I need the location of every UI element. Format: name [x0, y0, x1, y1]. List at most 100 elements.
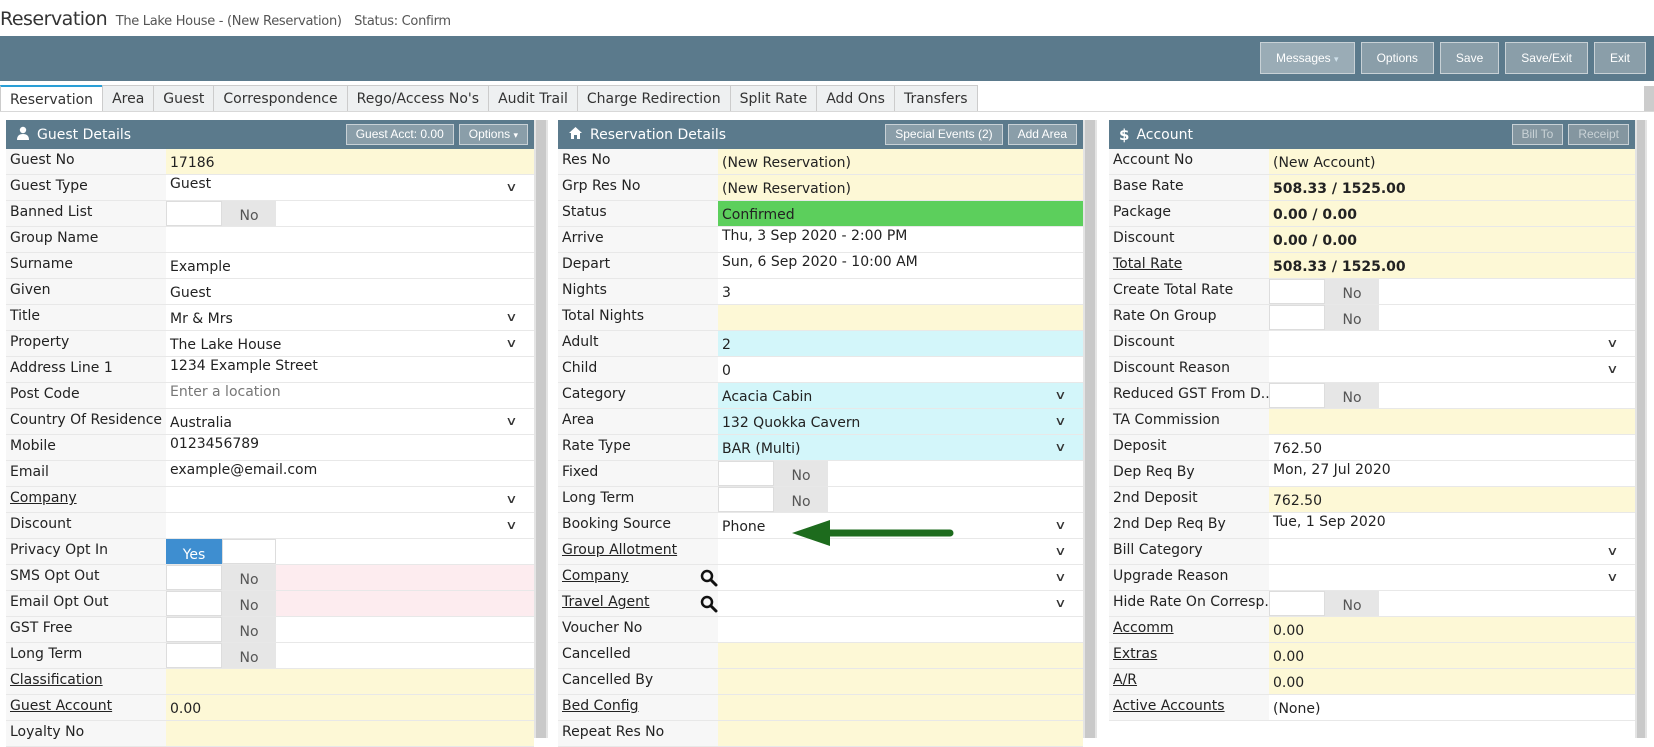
chevron-down-icon[interactable]: ∨	[1054, 596, 1066, 610]
res-label-company[interactable]: Company	[558, 565, 718, 590]
res-value-area[interactable]: 132 Quokka Cavern ∨	[718, 409, 1083, 434]
guest-panel-scrollbar[interactable]	[534, 120, 548, 738]
tab-split-rate[interactable]: Split Rate	[729, 85, 818, 112]
res-value-nights[interactable]: 3	[718, 279, 1083, 304]
acct-value-rate-on-group[interactable]: No	[1269, 305, 1635, 330]
tab-guest[interactable]: Guest	[153, 85, 215, 112]
tab-reservation[interactable]: Reservation	[0, 85, 104, 112]
chevron-down-icon[interactable]: ∨	[505, 414, 517, 428]
tab-audit-trail[interactable]: Audit Trail	[488, 85, 578, 112]
guest-value-gst-free[interactable]: No	[166, 617, 534, 642]
chevron-down-icon[interactable]: ∨	[505, 180, 517, 194]
chevron-down-icon[interactable]: ∨	[1054, 388, 1066, 402]
guest-value-mobile[interactable]: 0123456789	[166, 435, 534, 460]
guest-toggle-banned-list[interactable]: No	[166, 201, 276, 226]
options-button[interactable]: Options	[1360, 42, 1434, 74]
guest-toggle-sms-opt-out[interactable]: No	[166, 565, 276, 590]
chevron-down-icon[interactable]: ∨	[1606, 362, 1618, 376]
acct-value-create-total-rate[interactable]: No	[1269, 279, 1635, 304]
res-label-group-allotment[interactable]: Group Allotment	[558, 539, 718, 564]
guest-value-sms-opt-out[interactable]: No	[166, 565, 534, 590]
chevron-down-icon[interactable]: ∨	[1054, 544, 1066, 558]
res-value-travel-agent[interactable]: ∨	[718, 591, 1083, 616]
tab-rego-access[interactable]: Rego/Access No's	[346, 85, 490, 112]
add-area-button[interactable]: Add Area	[1007, 124, 1077, 145]
reservation-panel-scrollbar[interactable]	[1083, 120, 1097, 738]
res-value-fixed[interactable]: No	[718, 461, 1083, 486]
guest-value-discount[interactable]: ∨	[166, 513, 534, 538]
guest-value-banned-list[interactable]: No	[166, 201, 534, 226]
guest-label-classification[interactable]: Classification	[6, 669, 166, 694]
res-value-company[interactable]: ∨	[718, 565, 1083, 590]
account-panel-scrollbar[interactable]	[1635, 120, 1647, 738]
tab-add-ons[interactable]: Add Ons	[816, 85, 895, 112]
res-value-arrive[interactable]: Thu, 3 Sep 2020 - 2:00 PM	[718, 227, 1083, 252]
exit-button[interactable]: Exit	[1593, 42, 1646, 74]
save-exit-button[interactable]: Save/Exit	[1505, 42, 1588, 74]
acct-value-deposit[interactable]: 762.50	[1269, 435, 1635, 460]
chevron-down-icon[interactable]: ∨	[1606, 336, 1618, 350]
guest-value-address-line-1[interactable]: 1234 Example Street	[166, 357, 534, 382]
res-value-rate-type[interactable]: BAR (Multi) ∨	[718, 435, 1083, 460]
guest-value-group-name[interactable]	[166, 227, 534, 252]
acct-label-total-rate[interactable]: Total Rate	[1109, 253, 1269, 278]
acct-value-2nd-dep-req-by[interactable]: Tue, 1 Sep 2020	[1269, 513, 1635, 538]
acct-toggle-hide-rate-on-corresp[interactable]: No	[1269, 591, 1379, 616]
guest-label-guest-account[interactable]: Guest Account	[6, 695, 166, 720]
guest-toggle-privacy-opt-in[interactable]: Yes	[166, 539, 276, 564]
guest-acct-button[interactable]: Guest Acct: 0.00	[345, 124, 454, 145]
guest-value-email-opt-out[interactable]: No	[166, 591, 534, 616]
acct-value-active-accounts[interactable]: (None)	[1269, 695, 1635, 720]
acct-label-active-accounts[interactable]: Active Accounts	[1109, 695, 1269, 720]
special-events-button[interactable]: Special Events (2)	[885, 124, 1003, 145]
chevron-down-icon[interactable]: ∨	[1606, 544, 1618, 558]
receipt-button[interactable]: Receipt	[1568, 124, 1629, 145]
chevron-down-icon[interactable]: ∨	[1054, 570, 1066, 584]
chevron-down-icon[interactable]: ∨	[1054, 518, 1066, 532]
res-value-voucher-no[interactable]	[718, 617, 1083, 642]
acct-value-bill-category[interactable]: ∨	[1269, 539, 1635, 564]
acct-toggle-create-total-rate[interactable]: No	[1269, 279, 1379, 304]
search-icon[interactable]	[700, 569, 718, 587]
guest-value-post-code[interactable]: Enter a location	[166, 383, 534, 408]
guest-value-surname[interactable]: Example	[166, 253, 534, 278]
acct-value-discount-reason[interactable]: ∨	[1269, 357, 1635, 382]
res-value-child[interactable]: 0	[718, 357, 1083, 382]
chevron-down-icon[interactable]: ∨	[505, 492, 517, 506]
acct-label-extras[interactable]: Extras	[1109, 643, 1269, 668]
guest-value-title[interactable]: Mr & Mrs ∨	[166, 305, 534, 330]
guest-value-country-of-residence[interactable]: Australia ∨	[166, 409, 534, 434]
chevron-down-icon[interactable]: ∨	[1054, 440, 1066, 454]
chevron-down-icon[interactable]: ∨	[505, 310, 517, 324]
chevron-down-icon[interactable]: ∨	[1054, 414, 1066, 428]
guest-toggle-email-opt-out[interactable]: No	[166, 591, 276, 616]
acct-toggle-rate-on-group[interactable]: No	[1269, 305, 1379, 330]
acct-label-a-r[interactable]: A/R	[1109, 669, 1269, 694]
guest-value-given[interactable]: Guest	[166, 279, 534, 304]
res-label-travel-agent[interactable]: Travel Agent	[558, 591, 718, 616]
guest-value-property[interactable]: The Lake House ∨	[166, 331, 534, 356]
guest-value-email[interactable]: example@email.com	[166, 461, 534, 486]
guest-value-privacy-opt-in[interactable]: Yes	[166, 539, 534, 564]
res-label-bed-config[interactable]: Bed Config	[558, 695, 718, 720]
tab-charge-redirection[interactable]: Charge Redirection	[576, 85, 731, 112]
search-icon[interactable]	[700, 595, 718, 613]
messages-button[interactable]: Messages ▾	[1259, 42, 1355, 74]
res-value-long-term[interactable]: No	[718, 487, 1083, 512]
bill-to-button[interactable]: Bill To	[1511, 124, 1564, 145]
chevron-down-icon[interactable]: ∨	[505, 518, 517, 532]
res-value-adult[interactable]: 2	[718, 331, 1083, 356]
res-toggle-long-term[interactable]: No	[718, 487, 828, 512]
acct-label-accomm[interactable]: Accomm	[1109, 617, 1269, 642]
chevron-down-icon[interactable]: ∨	[505, 336, 517, 350]
acct-value-discount[interactable]: ∨	[1269, 331, 1635, 356]
guest-value-long-term[interactable]: No	[166, 643, 534, 668]
tab-correspondence[interactable]: Correspondence	[213, 85, 348, 112]
tab-area[interactable]: Area	[102, 85, 155, 112]
guest-value-company[interactable]: ∨	[166, 487, 534, 512]
guest-value-guest-type[interactable]: Guest ∨	[166, 175, 534, 200]
guest-options-button[interactable]: Options ▾	[458, 124, 528, 145]
res-value-depart[interactable]: Sun, 6 Sep 2020 - 10:00 AM	[718, 253, 1083, 278]
chevron-down-icon[interactable]: ∨	[1606, 570, 1618, 584]
acct-value-dep-req-by[interactable]: Mon, 27 Jul 2020	[1269, 461, 1635, 486]
